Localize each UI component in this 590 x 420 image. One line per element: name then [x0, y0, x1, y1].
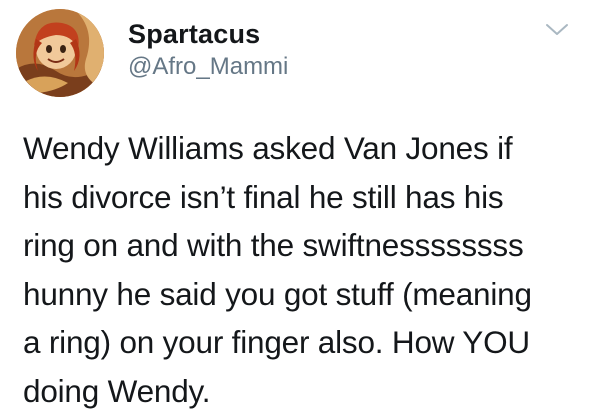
author-handle[interactable]: @Afro_Mammi — [128, 52, 288, 82]
author-avatar[interactable] — [16, 9, 104, 97]
tweet-text: Wendy Williams asked Van Jones if his di… — [23, 124, 583, 416]
tweet-text-line: doing Wendy. — [23, 372, 211, 409]
tweet-text-line: ring on and with the swiftnessssssss — [23, 227, 524, 264]
tweet-text-line: his divorce isn’t final he still has his — [23, 178, 504, 215]
tweet-text-line: Wendy Williams asked Van Jones if — [23, 130, 513, 166]
chevron-down-icon[interactable] — [544, 22, 570, 38]
tweet-text-line: a ring) on your finger also. How YOU — [23, 324, 530, 361]
tweet-card: Spartacus @Afro_Mammi Wendy Williams ask… — [0, 0, 590, 420]
author-display-name[interactable]: Spartacus — [128, 18, 260, 50]
cartoon-character-icon — [16, 9, 104, 97]
tweet-text-line: hunny he said you got stuff (meaning — [23, 275, 532, 312]
